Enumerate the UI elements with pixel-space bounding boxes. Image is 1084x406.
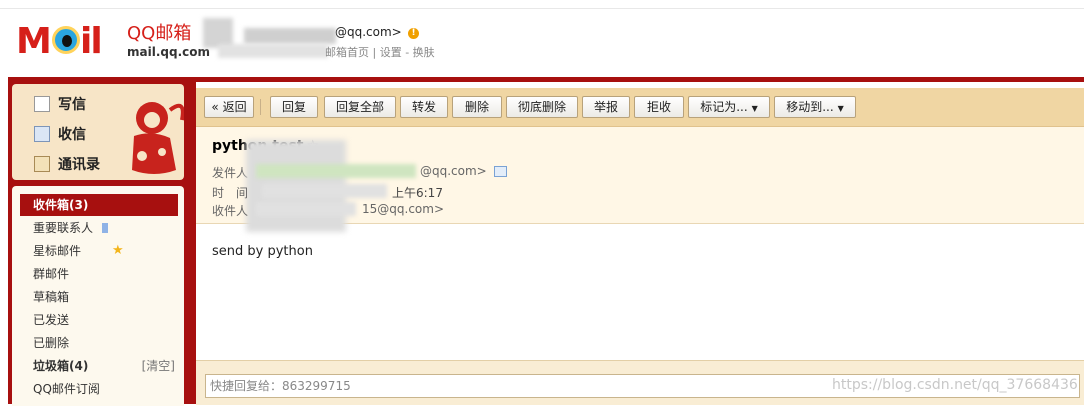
mark-as-dropdown[interactable]: 标记为... ▼ xyxy=(688,96,770,118)
toolbar-separator xyxy=(260,99,261,115)
delete-permanently-button[interactable]: 彻底删除 xyxy=(506,96,578,118)
logo-il: il xyxy=(80,21,103,62)
contact-card-icon[interactable] xyxy=(494,166,507,177)
to-label: 收件人 xyxy=(212,204,249,218)
compose-label: 写信 xyxy=(58,97,86,113)
reject-button[interactable]: 拒收 xyxy=(634,96,684,118)
bookmark-icon xyxy=(102,223,108,233)
move-to-dropdown[interactable]: 移动到... ▼ xyxy=(774,96,856,118)
main-left-border xyxy=(188,82,196,404)
top-divider xyxy=(0,8,1084,9)
mark-as-label: 标记为... xyxy=(700,100,748,114)
folder-group-mail[interactable]: 群邮件 xyxy=(12,263,184,285)
report-button[interactable]: 举报 xyxy=(582,96,630,118)
folder-label: 草稿箱 xyxy=(33,290,70,304)
empty-spam-link[interactable]: [清空] xyxy=(142,355,175,377)
sidebar: 写信 收信 通讯录 收件箱(3) 重要联系人 星标邮件 ★ 群邮件 草稿箱 已发… xyxy=(8,80,188,406)
account-links[interactable]: 邮箱首页 | 设置 - 换肤 xyxy=(325,44,435,60)
forward-button[interactable]: 转发 xyxy=(400,96,448,118)
folder-label: 已发送 xyxy=(33,313,70,327)
folder-important-contacts[interactable]: 重要联系人 xyxy=(12,217,184,239)
move-to-label: 移动到... xyxy=(786,100,834,114)
watermark-text: https://blog.csdn.net/qq_37668436 xyxy=(832,377,1078,393)
account-email: @qq.com> xyxy=(335,25,402,39)
reply-all-button[interactable]: 回复全部 xyxy=(324,96,396,118)
folder-label: 垃圾箱(4) xyxy=(33,359,89,373)
folder-inbox[interactable]: 收件箱(3) xyxy=(20,194,178,216)
logo-penguin-icon xyxy=(52,26,80,54)
mail-time: 上午6:17 xyxy=(392,186,443,200)
star-icon: ★ xyxy=(112,243,124,258)
monkey-decoration-icon xyxy=(132,102,184,174)
folder-label: 群邮件 xyxy=(33,267,70,281)
contacts-button[interactable]: 通讯录 xyxy=(34,153,100,175)
time-label: 时 间 xyxy=(212,186,249,200)
blurred-sender-name xyxy=(256,164,416,178)
receive-button[interactable]: 收信 xyxy=(34,123,86,145)
blurred-recipient xyxy=(256,202,356,216)
sender-email[interactable]: @qq.com> xyxy=(420,164,487,178)
folder-label: 星标邮件 xyxy=(33,244,82,258)
chevron-down-icon: ▼ xyxy=(751,104,758,113)
logo-cn: QQ邮箱 xyxy=(127,23,192,44)
blurred-account-name xyxy=(244,28,336,44)
back-button[interactable]: « 返回 xyxy=(204,96,254,118)
contacts-icon xyxy=(34,156,50,172)
folder-label: 已删除 xyxy=(33,336,70,350)
folder-label: 重要联系人 xyxy=(33,221,94,235)
folder-label: 收件箱(3) xyxy=(33,198,89,212)
folder-starred[interactable]: 星标邮件 ★ xyxy=(12,240,184,262)
mail-toolbar: « 返回 回复 回复全部 转发 删除 彻底删除 举报 拒收 标记为... ▼ 移动… xyxy=(196,88,1084,127)
warning-icon[interactable]: ! xyxy=(408,28,419,39)
logo-en: mail.qq.com xyxy=(127,45,210,59)
compose-button[interactable]: 写信 xyxy=(34,93,86,115)
logo-text: QQ邮箱 mail.qq.com xyxy=(127,24,210,60)
recipient-email[interactable]: 15@qq.com> xyxy=(362,202,444,216)
mail-body: send by python xyxy=(212,244,313,259)
receive-label: 收信 xyxy=(58,127,86,143)
sidebar-quick-panel: 写信 收信 通讯录 xyxy=(12,84,184,180)
contacts-label: 通讯录 xyxy=(58,157,100,173)
inbox-icon xyxy=(34,126,50,142)
folder-spam[interactable]: 垃圾箱(4) [清空] xyxy=(12,355,184,377)
logo-m: M xyxy=(16,21,52,62)
pencil-icon xyxy=(34,96,50,112)
delete-button[interactable]: 删除 xyxy=(452,96,502,118)
folder-subscriptions[interactable]: QQ邮件订阅 xyxy=(12,378,184,400)
folder-sent[interactable]: 已发送 xyxy=(12,309,184,331)
reply-button[interactable]: 回复 xyxy=(270,96,318,118)
blurred-account-links xyxy=(218,44,328,58)
from-label: 发件人 xyxy=(212,166,249,180)
folder-drafts[interactable]: 草稿箱 xyxy=(12,286,184,308)
top-header: M il QQ邮箱 mail.qq.com @qq.com> ! 邮箱首页 | … xyxy=(0,0,1084,78)
blurred-date xyxy=(262,184,387,198)
folder-list: 收件箱(3) 重要联系人 星标邮件 ★ 群邮件 草稿箱 已发送 已删除 垃圾箱(… xyxy=(12,186,184,406)
folder-deleted[interactable]: 已删除 xyxy=(12,332,184,354)
folder-label: QQ邮件订阅 xyxy=(33,382,100,396)
chevron-down-icon: ▼ xyxy=(837,104,844,113)
